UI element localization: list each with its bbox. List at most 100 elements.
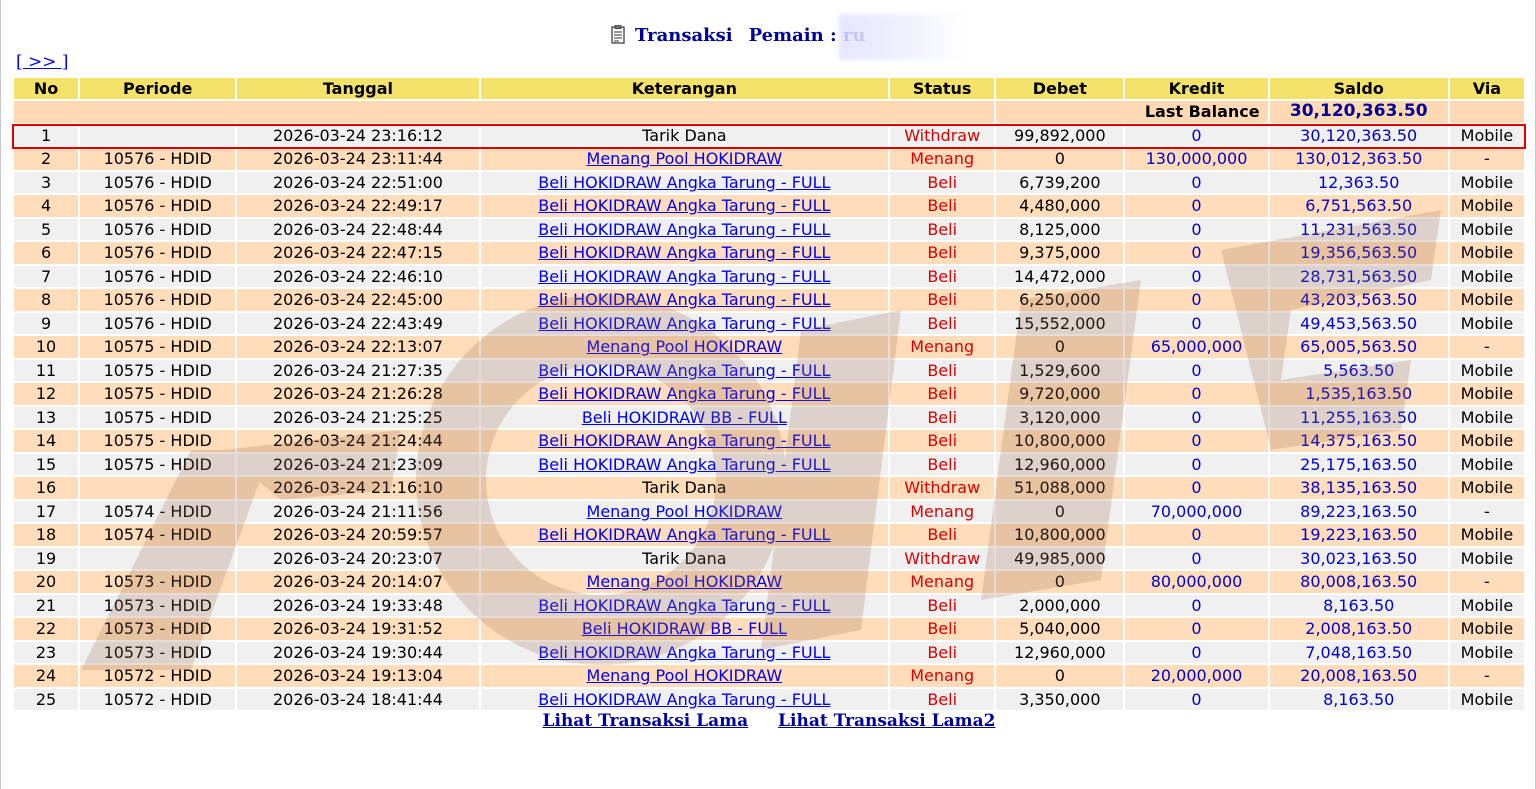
table-row: 17 10574 - HDID 2026-03-24 21:11:56 Menang … (14, 500, 1524, 522)
cell-kredit: 0 (1125, 359, 1268, 381)
cell-via: Mobile (1449, 383, 1524, 405)
cell-status: Beli (890, 641, 995, 663)
table-row: 21 10573 - HDID 2026-03-24 19:33:48 Beli HO… (14, 594, 1524, 616)
cell-debet: 2,000,000 (996, 594, 1124, 616)
cell-saldo: 28,731,563.50 (1269, 265, 1448, 287)
keterangan-link[interactable]: Beli HOKIDRAW Angka Tarung - FULL (538, 525, 830, 544)
cell-tanggal: 2026-03-24 18:41:44 (237, 688, 479, 710)
redacted-username (839, 14, 967, 60)
keterangan-link[interactable]: Beli HOKIDRAW Angka Tarung - FULL (538, 196, 830, 215)
cell-periode: 10573 - HDID (80, 571, 236, 593)
keterangan-link[interactable]: Beli HOKIDRAW Angka Tarung - FULL (538, 643, 830, 662)
cell-status: Menang (890, 571, 995, 593)
table-row: 12 10575 - HDID 2026-03-24 21:26:28 Beli HO… (14, 383, 1524, 405)
cell-tanggal: 2026-03-24 22:46:10 (237, 265, 479, 287)
col-header-saldo: Saldo (1269, 78, 1448, 99)
last-balance-label: Last Balance (996, 101, 1268, 123)
table-row: 1 2026-03-24 23:16:12 Tarik Dana Withdraw 99… (14, 124, 1524, 146)
table-row: 2 10576 - HDID 2026-03-24 23:11:44 Menang P… (14, 148, 1524, 170)
cell-keterangan: Beli HOKIDRAW Angka Tarung - FULL (480, 242, 889, 264)
cell-debet: 0 (996, 148, 1124, 170)
keterangan-link[interactable]: Beli HOKIDRAW Angka Tarung - FULL (538, 596, 830, 615)
keterangan-link[interactable]: Beli HOKIDRAW Angka Tarung - FULL (538, 455, 830, 474)
keterangan-link[interactable]: Beli HOKIDRAW Angka Tarung - FULL (538, 220, 830, 239)
cell-kredit: 0 (1125, 618, 1268, 640)
cell-keterangan: Tarik Dana (480, 477, 889, 499)
keterangan-link[interactable]: Beli HOKIDRAW Angka Tarung - FULL (538, 267, 830, 286)
table-row: 10 10575 - HDID 2026-03-24 22:13:07 Menang … (14, 336, 1524, 358)
old-transactions-link[interactable]: Lihat Transaksi Lama (543, 711, 749, 731)
cell-kredit: 0 (1125, 594, 1268, 616)
cell-kredit: 0 (1125, 195, 1268, 217)
cell-debet: 9,375,000 (996, 242, 1124, 264)
cell-status: Beli (890, 359, 995, 381)
keterangan-link[interactable]: Beli HOKIDRAW BB - FULL (582, 619, 787, 638)
cell-status: Menang (890, 500, 995, 522)
cell-saldo: 19,356,563.50 (1269, 242, 1448, 264)
cell-kredit: 65,000,000 (1125, 336, 1268, 358)
cell-no: 13 (14, 406, 79, 428)
cell-saldo: 25,175,163.50 (1269, 453, 1448, 475)
cell-periode: 10576 - HDID (80, 195, 236, 217)
keterangan-link[interactable]: Beli HOKIDRAW Angka Tarung - FULL (538, 431, 830, 450)
keterangan-link[interactable]: Menang Pool HOKIDRAW (587, 337, 783, 356)
cell-periode: 10576 - HDID (80, 289, 236, 311)
old-transactions2-link[interactable]: Lihat Transaksi Lama2 (778, 711, 995, 731)
keterangan-link[interactable]: Beli HOKIDRAW Angka Tarung - FULL (538, 361, 830, 380)
keterangan-link[interactable]: Beli HOKIDRAW Angka Tarung - FULL (538, 690, 830, 709)
page-title: Transaksi Pemain : ru (609, 22, 865, 48)
keterangan-link[interactable]: Menang Pool HOKIDRAW (587, 572, 783, 591)
cell-keterangan: Beli HOKIDRAW Angka Tarung - FULL (480, 524, 889, 546)
keterangan-link[interactable]: Menang Pool HOKIDRAW (587, 666, 783, 685)
keterangan-link[interactable]: Menang Pool HOKIDRAW (587, 502, 783, 521)
keterangan-link[interactable]: Beli HOKIDRAW Angka Tarung - FULL (538, 173, 830, 192)
cell-debet: 0 (996, 500, 1124, 522)
cell-periode: 10575 - HDID (80, 383, 236, 405)
cell-keterangan: Beli HOKIDRAW Angka Tarung - FULL (480, 312, 889, 334)
cell-kredit: 0 (1125, 406, 1268, 428)
cell-debet: 9,720,000 (996, 383, 1124, 405)
keterangan-link[interactable]: Beli HOKIDRAW BB - FULL (582, 408, 787, 427)
table-row: 11 10575 - HDID 2026-03-24 21:27:35 Beli HO… (14, 359, 1524, 381)
cell-keterangan: Beli HOKIDRAW Angka Tarung - FULL (480, 359, 889, 381)
cell-status: Menang (890, 336, 995, 358)
page: Transaksi Pemain : ru [ >> ] No Periode … (0, 0, 1536, 789)
cell-kredit: 0 (1125, 688, 1268, 710)
cell-status: Beli (890, 453, 995, 475)
cell-keterangan: Beli HOKIDRAW Angka Tarung - FULL (480, 218, 889, 240)
cell-keterangan: Beli HOKIDRAW Angka Tarung - FULL (480, 383, 889, 405)
cell-keterangan: Beli HOKIDRAW Angka Tarung - FULL (480, 641, 889, 663)
keterangan-link[interactable]: Beli HOKIDRAW Angka Tarung - FULL (538, 384, 830, 403)
cell-kredit: 0 (1125, 289, 1268, 311)
cell-tanggal: 2026-03-24 21:16:10 (237, 477, 479, 499)
cell-periode: 10576 - HDID (80, 148, 236, 170)
keterangan-link[interactable]: Menang Pool HOKIDRAW (587, 149, 783, 168)
cell-saldo: 5,563.50 (1269, 359, 1448, 381)
table-row: 8 10576 - HDID 2026-03-24 22:45:00 Beli HOK… (14, 289, 1524, 311)
cell-debet: 4,480,000 (996, 195, 1124, 217)
keterangan-link[interactable]: Beli HOKIDRAW Angka Tarung - FULL (538, 243, 830, 262)
next-page-link[interactable]: [ >> ] (16, 52, 69, 72)
cell-via: Mobile (1449, 547, 1524, 569)
cell-no: 20 (14, 571, 79, 593)
table-row: 25 10572 - HDID 2026-03-24 18:41:44 Beli HO… (14, 688, 1524, 710)
cell-via: Mobile (1449, 218, 1524, 240)
table-row: 14 10575 - HDID 2026-03-24 21:24:44 Beli HO… (14, 430, 1524, 452)
table-row: 3 10576 - HDID 2026-03-24 22:51:00 Beli HOK… (14, 171, 1524, 193)
document-icon (611, 25, 625, 44)
table-row: 22 10573 - HDID 2026-03-24 19:31:52 Beli HO… (14, 618, 1524, 640)
cell-keterangan: Beli HOKIDRAW Angka Tarung - FULL (480, 265, 889, 287)
col-header-via: Via (1449, 78, 1524, 99)
cell-debet: 8,125,000 (996, 218, 1124, 240)
cell-tanggal: 2026-03-24 19:31:52 (237, 618, 479, 640)
cell-status: Beli (890, 265, 995, 287)
cell-periode: 10575 - HDID (80, 336, 236, 358)
keterangan-link[interactable]: Beli HOKIDRAW Angka Tarung - FULL (538, 290, 830, 309)
cell-kredit: 0 (1125, 477, 1268, 499)
col-header-status: Status (890, 78, 995, 99)
keterangan-link[interactable]: Beli HOKIDRAW Angka Tarung - FULL (538, 314, 830, 333)
col-header-keterangan: Keterangan (480, 78, 889, 99)
cell-keterangan: Beli HOKIDRAW Angka Tarung - FULL (480, 289, 889, 311)
cell-via: - (1449, 500, 1524, 522)
cell-kredit: 0 (1125, 641, 1268, 663)
